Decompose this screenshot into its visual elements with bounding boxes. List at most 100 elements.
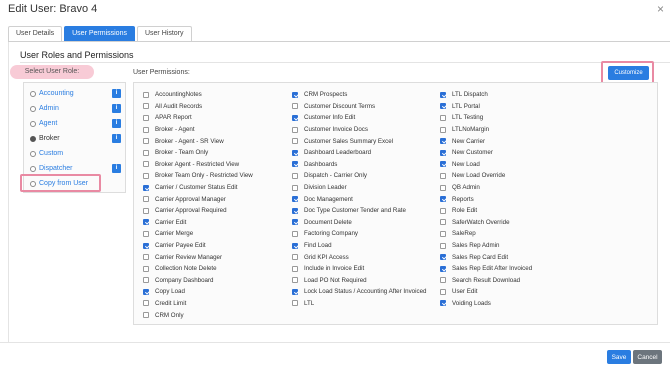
radio-button-selected[interactable] — [30, 135, 36, 142]
permission-item[interactable]: Dashboards — [292, 159, 426, 171]
checkbox[interactable] — [143, 312, 149, 319]
permission-item[interactable]: New Load — [440, 159, 532, 171]
permission-item[interactable]: Copy Load — [143, 286, 253, 298]
checkbox-checked[interactable] — [143, 242, 149, 249]
checkbox[interactable] — [143, 230, 149, 237]
checkbox-checked[interactable] — [292, 242, 298, 249]
customize-button[interactable]: Customize — [608, 66, 649, 80]
checkbox[interactable] — [143, 103, 149, 110]
role-option-admin[interactable]: Admin — [30, 103, 59, 114]
checkbox-checked[interactable] — [440, 138, 446, 145]
permission-item[interactable]: Factoring Company — [292, 228, 426, 240]
permission-item[interactable]: Customer Invoice Docs — [292, 124, 426, 136]
info-icon[interactable]: i — [112, 164, 121, 173]
cancel-button[interactable]: Cancel — [633, 350, 662, 364]
permission-item[interactable]: Dispatch - Carrier Only — [292, 170, 426, 182]
info-icon[interactable]: i — [112, 134, 121, 143]
checkbox-checked[interactable] — [292, 219, 298, 226]
checkbox[interactable] — [143, 161, 149, 168]
checkbox[interactable] — [292, 265, 298, 272]
checkbox-checked[interactable] — [440, 196, 446, 203]
checkbox[interactable] — [143, 114, 149, 121]
checkbox[interactable] — [143, 277, 149, 284]
role-option-agent[interactable]: Agent — [30, 118, 57, 129]
checkbox-checked[interactable] — [292, 91, 298, 98]
checkbox-checked[interactable] — [292, 196, 298, 203]
checkbox-checked[interactable] — [292, 149, 298, 156]
checkbox-checked[interactable] — [292, 207, 298, 214]
permission-item[interactable]: Carrier Payee Edit — [143, 240, 253, 252]
checkbox[interactable] — [440, 207, 446, 214]
checkbox[interactable] — [440, 288, 446, 295]
permission-item[interactable]: Customer Sales Summary Excel — [292, 135, 426, 147]
permission-item[interactable]: Broker - Team Only — [143, 147, 253, 159]
permission-item[interactable]: SaferWatch Override — [440, 217, 532, 229]
permission-item[interactable]: Broker - Agent - SR View — [143, 135, 253, 147]
checkbox-checked[interactable] — [440, 103, 446, 110]
checkbox[interactable] — [143, 265, 149, 272]
checkbox[interactable] — [440, 230, 446, 237]
checkbox[interactable] — [292, 184, 298, 191]
checkbox[interactable] — [292, 300, 298, 307]
permission-item[interactable]: Document Delete — [292, 217, 426, 229]
permission-item[interactable]: LTL Dispatch — [440, 89, 532, 101]
checkbox[interactable] — [440, 184, 446, 191]
permission-item[interactable]: Broker Agent - Restricted View — [143, 159, 253, 171]
permission-item[interactable]: Division Leader — [292, 182, 426, 194]
permission-item[interactable]: New Customer — [440, 147, 532, 159]
role-option-dispatcher[interactable]: Dispatcher — [30, 163, 72, 174]
permission-item[interactable]: Carrier Merge — [143, 228, 253, 240]
permission-item[interactable]: Carrier Review Manager — [143, 251, 253, 263]
permission-item[interactable]: Include in Invoice Edit — [292, 263, 426, 275]
checkbox-checked[interactable] — [440, 91, 446, 98]
close-icon[interactable]: × — [657, 2, 664, 16]
checkbox-checked[interactable] — [143, 288, 149, 295]
checkbox[interactable] — [143, 196, 149, 203]
info-icon[interactable]: i — [112, 104, 121, 113]
permission-item[interactable]: LTL Testing — [440, 112, 532, 124]
checkbox[interactable] — [292, 277, 298, 284]
permission-item[interactable]: Voiding Loads — [440, 298, 532, 310]
role-option-accounting[interactable]: Accounting — [30, 88, 74, 99]
permission-item[interactable]: Grid KPI Access — [292, 251, 426, 263]
checkbox[interactable] — [143, 254, 149, 261]
radio-button[interactable] — [30, 105, 36, 112]
permission-item[interactable]: User Edit — [440, 286, 532, 298]
radio-button[interactable] — [30, 165, 36, 172]
checkbox[interactable] — [143, 138, 149, 145]
permission-item[interactable]: Collection Note Delete — [143, 263, 253, 275]
permission-item[interactable]: CRM Only — [143, 309, 253, 321]
permission-item[interactable]: Customer Info Edit — [292, 112, 426, 124]
checkbox[interactable] — [292, 172, 298, 179]
checkbox[interactable] — [440, 242, 446, 249]
tab-user-history[interactable]: User History — [136, 26, 192, 41]
permission-item[interactable]: AccountingNotes — [143, 89, 253, 101]
checkbox-checked[interactable] — [143, 184, 149, 191]
checkbox-checked[interactable] — [292, 288, 298, 295]
permission-item[interactable]: LTLNoMargin — [440, 124, 532, 136]
permission-item[interactable]: Broker - Agent — [143, 124, 253, 136]
checkbox[interactable] — [292, 254, 298, 261]
checkbox[interactable] — [292, 103, 298, 110]
checkbox-checked[interactable] — [292, 161, 298, 168]
checkbox[interactable] — [143, 126, 149, 133]
info-icon[interactable]: i — [112, 119, 121, 128]
info-icon[interactable]: i — [112, 89, 121, 98]
permission-item[interactable]: Carrier Approval Required — [143, 205, 253, 217]
checkbox[interactable] — [440, 277, 446, 284]
permission-item[interactable]: Dashboard Leaderboard — [292, 147, 426, 159]
checkbox[interactable] — [292, 230, 298, 237]
permission-item[interactable]: CRM Prospects — [292, 89, 426, 101]
permission-item[interactable]: QB Admin — [440, 182, 532, 194]
checkbox[interactable] — [292, 126, 298, 133]
permission-item[interactable]: Doc Type Customer Tender and Rate — [292, 205, 426, 217]
role-option-custom[interactable]: Custom — [30, 148, 63, 159]
permission-item[interactable]: Sales Rep Card Edit — [440, 251, 532, 263]
checkbox-checked[interactable] — [143, 219, 149, 226]
permission-item[interactable]: Lock Load Status / Accounting After Invo… — [292, 286, 426, 298]
tab-user-permissions[interactable]: User Permissions — [64, 26, 135, 41]
checkbox-checked[interactable] — [440, 300, 446, 307]
checkbox[interactable] — [143, 207, 149, 214]
tab-user-details[interactable]: User Details — [8, 26, 63, 41]
checkbox-checked[interactable] — [440, 161, 446, 168]
